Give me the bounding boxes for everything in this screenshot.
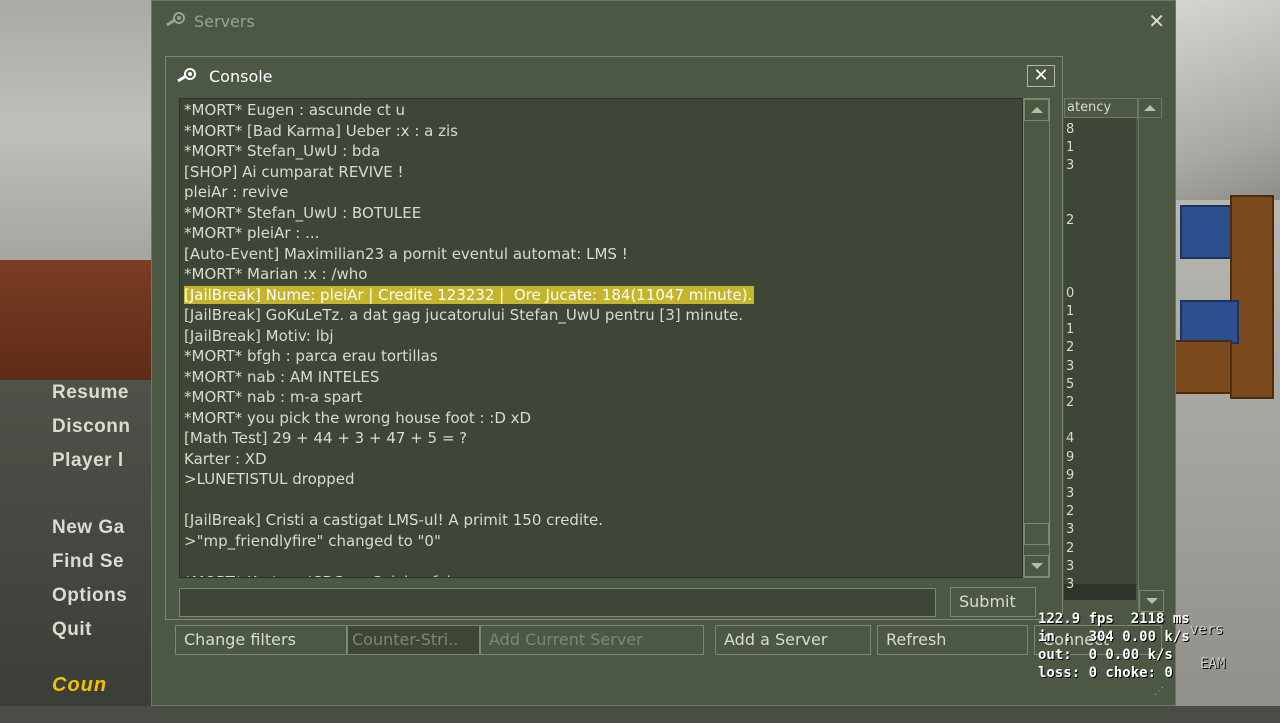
servers-window-title: Servers xyxy=(194,12,255,31)
console-log-line: [JailBreak] Nume: pleiAr | Credite 12323… xyxy=(184,285,755,304)
latency-cell: 3 xyxy=(1066,358,1075,374)
console-window: Console ✕ *MORT* Eugen : ascunde ct u *MO… xyxy=(165,56,1063,620)
background-wall-band xyxy=(0,260,165,380)
menu-item-find-servers[interactable]: Find Se xyxy=(52,551,124,573)
menu-item-resume[interactable]: Resume xyxy=(52,382,129,404)
latency-cell: 2 xyxy=(1066,213,1075,228)
console-log-line: >LUNETISTUL dropped xyxy=(184,470,355,488)
latency-cell: 1 xyxy=(1066,140,1075,156)
latency-cell: 2 xyxy=(1066,504,1075,520)
console-log-line: *MORT* nab : AM INTELES xyxy=(184,367,380,386)
console-log-line: *MORT* Eugen : ascunde ct u xyxy=(184,101,406,119)
latency-cell: 4 xyxy=(1066,431,1075,447)
console-log-line: >"mp_friendlyfire" changed to "0" xyxy=(184,531,441,550)
submit-button[interactable]: Submit xyxy=(950,587,1036,617)
scroll-thumb[interactable] xyxy=(1024,523,1049,545)
console-log-line: *MORT* pleiAr : ... xyxy=(184,224,320,242)
menu-item-new-game[interactable]: New Ga xyxy=(52,517,125,539)
console-log-line: [Math Test] 29 + 44 + 3 + 47 + 5 = ? xyxy=(184,429,468,447)
latency-cell: 1 xyxy=(1066,322,1075,338)
background-wall-right xyxy=(1165,0,1280,200)
sort-arrow-button[interactable] xyxy=(1138,98,1162,118)
console-log-line: *MORT* Karter : 'CDS :... Solving fal... xyxy=(184,573,465,578)
latency-cell: 8 xyxy=(1066,122,1075,137)
latency-cell: 1 xyxy=(1066,304,1075,319)
net-graph-fps: 122.9 fps 2118 ms xyxy=(1038,611,1190,627)
console-log-line: [JailBreak] Motiv: lbj xyxy=(184,326,334,345)
console-command-input[interactable] xyxy=(179,588,936,617)
latency-cell: 9 xyxy=(1066,449,1075,465)
scroll-up-button[interactable] xyxy=(1024,99,1049,121)
menu-item-disconnect[interactable]: Disconn xyxy=(52,416,130,438)
latency-cell: 0 xyxy=(1066,285,1075,301)
console-log-line: *MORT* you pick the wrong house foot : :… xyxy=(184,408,532,427)
console-log-line: Karter : XD xyxy=(184,449,267,468)
close-icon[interactable]: ✕ xyxy=(1027,65,1055,87)
console-log-line: [JailBreak] Cristi a castigat LMS-ul! A … xyxy=(184,511,604,529)
server-list-scrollbar[interactable] xyxy=(1138,118,1164,612)
chair-seat xyxy=(1180,300,1239,344)
console-log-line: *MORT* Stefan_UwU : bda xyxy=(184,142,381,160)
game-filter-field[interactable]: Counter-Stri.. xyxy=(347,625,480,655)
latency-cell: 3 xyxy=(1066,486,1075,501)
background-wall xyxy=(0,0,165,260)
overlay-text: EAM xyxy=(1200,656,1226,672)
steam-icon xyxy=(166,12,185,27)
latency-cell: 5 xyxy=(1066,376,1075,392)
latency-cell: 2 xyxy=(1066,395,1075,410)
menu-item-player-list[interactable]: Player l xyxy=(52,450,124,472)
console-log-line: [JailBreak] GoKuLeTz. a dat gag jucatoru… xyxy=(184,306,744,324)
latency-cell: 3 xyxy=(1066,577,1075,592)
console-title: Console xyxy=(209,67,273,86)
console-log: *MORT* Eugen : ascunde ct u *MORT* [Bad K… xyxy=(179,98,1023,578)
add-current-server-button[interactable]: Add Current Server xyxy=(480,625,704,655)
change-filters-button[interactable]: Change filters xyxy=(175,625,347,655)
console-log-line: pleiAr : revive xyxy=(184,183,289,201)
refresh-button[interactable]: Refresh xyxy=(877,625,1028,655)
chevron-down-icon xyxy=(1031,563,1043,569)
chevron-up-icon xyxy=(1144,105,1156,111)
net-graph-loss: loss: 0 choke: 0 xyxy=(1038,665,1173,681)
console-log-line: *MORT* Marian :x : /who xyxy=(184,265,368,283)
latency-cell: 3 xyxy=(1066,522,1075,538)
background-bottom xyxy=(0,706,1280,723)
latency-cell: 3 xyxy=(1066,558,1075,574)
net-graph-out: out: 0 0.00 k/s xyxy=(1038,647,1173,663)
latency-column: 8 1 3 2 0 1 1 2 3 5 2 4 9 9 3 2 3 2 3 3 xyxy=(1064,118,1136,600)
chair xyxy=(1168,340,1232,394)
menu-item-quit[interactable]: Quit xyxy=(52,619,92,641)
console-log-line: *MORT* Stefan_UwU : BOTULEE xyxy=(184,203,422,222)
console-log-line: *MORT* bfgh : parca erau tortillas xyxy=(184,347,438,365)
add-server-button[interactable]: Add a Server xyxy=(715,625,871,655)
steam-icon xyxy=(177,68,196,83)
game-logo: Coun xyxy=(52,674,108,696)
selected-row-highlight xyxy=(1064,584,1136,600)
latency-cell: 9 xyxy=(1066,467,1075,483)
latency-cell: 2 xyxy=(1066,340,1075,356)
console-log-line: [SHOP] Ai cumparat REVIVE ! xyxy=(184,162,404,181)
chevron-down-icon xyxy=(1146,598,1158,604)
latency-cell: 3 xyxy=(1066,158,1075,174)
menu-item-options[interactable]: Options xyxy=(52,585,127,607)
console-scrollbar[interactable] xyxy=(1023,98,1050,578)
latency-cell: 2 xyxy=(1066,540,1075,556)
console-log-line: [Auto-Event] Maximilian23 a pornit event… xyxy=(184,244,628,263)
resize-grip-icon[interactable]: ⋰ xyxy=(1154,686,1164,697)
close-icon[interactable]: ✕ xyxy=(1148,9,1165,33)
chevron-up-icon xyxy=(1031,107,1043,113)
console-log-line: *MORT* nab : m-a spart xyxy=(184,388,363,406)
chair xyxy=(1230,195,1274,399)
console-log-line: *MORT* [Bad Karma] Ueber :x : a zis xyxy=(184,121,458,140)
net-graph-in: in : 304 0.00 k/s xyxy=(1038,629,1190,645)
latency-column-header[interactable]: atency xyxy=(1064,98,1138,118)
overlay-text: vers xyxy=(1190,622,1224,638)
scroll-down-button[interactable] xyxy=(1024,555,1049,577)
scroll-down-button[interactable] xyxy=(1139,590,1164,612)
